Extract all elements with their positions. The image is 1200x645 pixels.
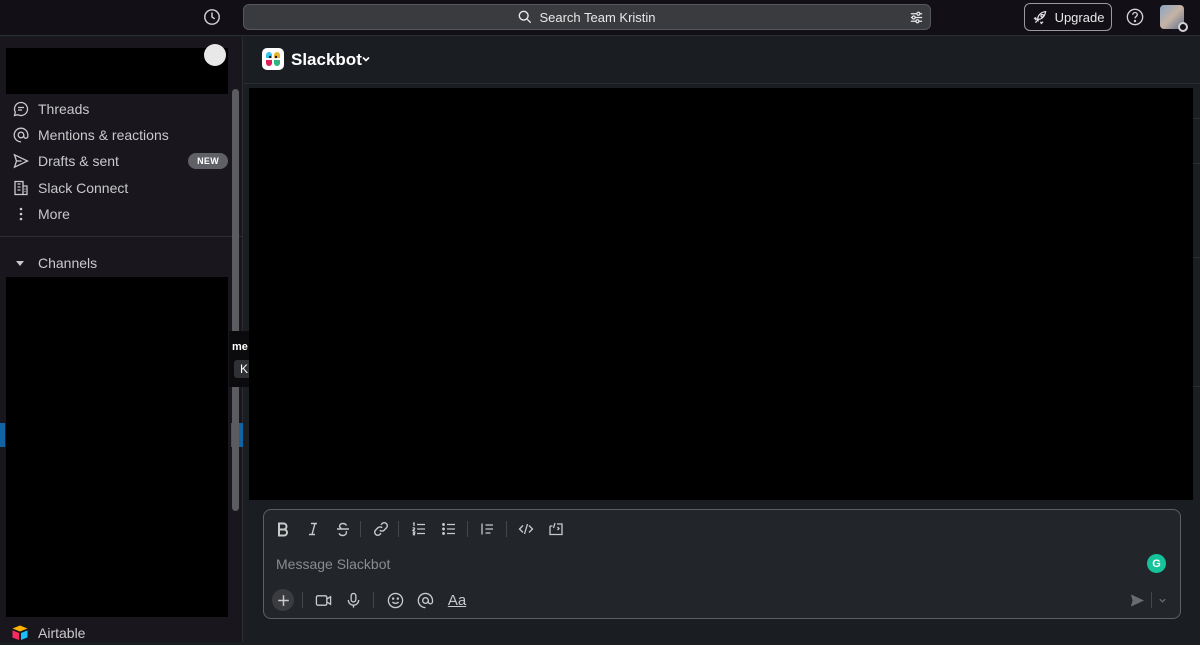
strikethrough-icon [337,522,349,537]
code-block-button[interactable] [545,518,567,540]
message-composer: Message Slackbot G Aa [263,509,1181,619]
workspace-header-redacted[interactable] [6,48,228,94]
sidebar-item-label: Threads [38,101,90,117]
toolbar-divider [398,521,399,537]
search-bar[interactable]: Search Team Kristin [243,4,931,30]
upgrade-button[interactable]: Upgrade [1024,3,1112,31]
code-button[interactable] [515,518,537,540]
ordered-list-button[interactable] [408,518,430,540]
toolbar-divider [302,592,303,608]
message-list-redacted [249,88,1193,500]
sidebar-item-label: Slack Connect [38,180,129,196]
link-button[interactable] [370,518,392,540]
send-icon [13,153,29,169]
send-paper-plane-icon [1130,593,1144,607]
new-badge: NEW [188,153,228,169]
bold-button[interactable] [272,518,294,540]
emoji-smile-icon [387,592,403,608]
code-block-icon [549,522,563,536]
toolbar-divider [1151,592,1152,608]
sidebar-item-threads[interactable]: Threads [0,96,232,122]
presence-status-icon [1178,22,1188,32]
divider [1193,257,1200,258]
channel-header: Slackbot [244,37,1200,84]
channels-label: Channels [38,255,98,271]
sidebar-item-label: More [38,206,70,222]
sidebar-item-label: Mentions & reactions [38,127,169,143]
grammarly-icon[interactable]: G [1147,554,1166,573]
chevron-down-icon[interactable] [361,54,371,64]
at-sign-icon [13,127,29,143]
blockquote-icon [481,523,493,535]
font-aa-label: Aa [447,591,467,609]
airtable-logo-icon [12,625,28,640]
toolbar-divider [373,592,374,608]
building-icon [14,180,28,196]
threads-icon [13,101,29,117]
sidebar-item-airtable[interactable]: Airtable [0,621,85,645]
microphone-icon [347,592,359,608]
ordered-list-icon [412,521,425,536]
sidebar-item-drafts[interactable]: Drafts & sent NEW [0,148,232,174]
toolbar-divider [360,521,361,537]
slackbot-avatar-icon [262,48,284,70]
strikethrough-button[interactable] [332,518,354,540]
rocket-icon [1033,10,1046,24]
mention-button[interactable] [414,589,436,611]
audio-clip-button[interactable] [342,589,364,611]
video-camera-icon [315,594,331,606]
upgrade-label: Upgrade [1054,9,1105,25]
divider [1193,118,1200,119]
toolbar-divider [506,521,507,537]
channel-list-redacted[interactable] [6,277,228,617]
sidebar-item-more[interactable]: More [0,201,232,227]
tooltip: me K [229,331,249,387]
bold-icon [278,522,288,537]
plus-icon [277,594,289,606]
bullet-list-icon [442,523,455,535]
tooltip-text: me [232,341,248,353]
top-bar: Search Team Kristin Upgrade [0,0,1200,36]
channels-section-header[interactable]: Channels [0,251,97,275]
video-clip-button[interactable] [312,589,334,611]
caret-down-icon [16,260,24,266]
divider [1193,386,1200,387]
chevron-down-icon [1158,598,1166,603]
link-icon [374,522,388,536]
sidebar: Threads Mentions & reactions Drafts & se… [0,37,249,645]
italic-button[interactable] [302,518,324,540]
attach-plus-button[interactable] [272,589,294,611]
emoji-button[interactable] [384,589,406,611]
code-icon [518,523,534,535]
at-sign-icon [417,592,433,608]
toolbar-divider [467,521,468,537]
message-input[interactable]: Message Slackbot [276,556,390,572]
italic-icon [309,522,317,536]
sidebar-item-slack-connect[interactable]: Slack Connect [0,175,232,201]
tooltip-shortcut-key: K [234,360,249,378]
schedule-send-dropdown[interactable] [1154,589,1170,611]
formatting-toggle-button[interactable]: Aa [444,589,470,611]
divider [1193,163,1200,164]
bullet-list-button[interactable] [438,518,460,540]
compose-button[interactable] [204,44,226,66]
search-placeholder: Search Team Kristin [539,9,656,25]
active-channel-highlight [0,423,5,447]
sidebar-divider [0,236,243,237]
sidebar-scrollbar[interactable] [232,89,239,511]
send-button[interactable] [1126,589,1148,611]
history-clock-icon[interactable] [201,6,223,28]
filter-sliders-icon[interactable] [909,10,924,25]
search-icon [519,10,532,24]
help-icon[interactable] [1126,8,1144,26]
channel-title[interactable]: Slackbot [291,50,362,70]
blockquote-button[interactable] [476,518,498,540]
more-vertical-icon [19,207,23,221]
sidebar-item-label: Airtable [38,625,86,641]
sidebar-item-mentions[interactable]: Mentions & reactions [0,122,232,148]
sidebar-item-label: Drafts & sent [38,153,119,169]
